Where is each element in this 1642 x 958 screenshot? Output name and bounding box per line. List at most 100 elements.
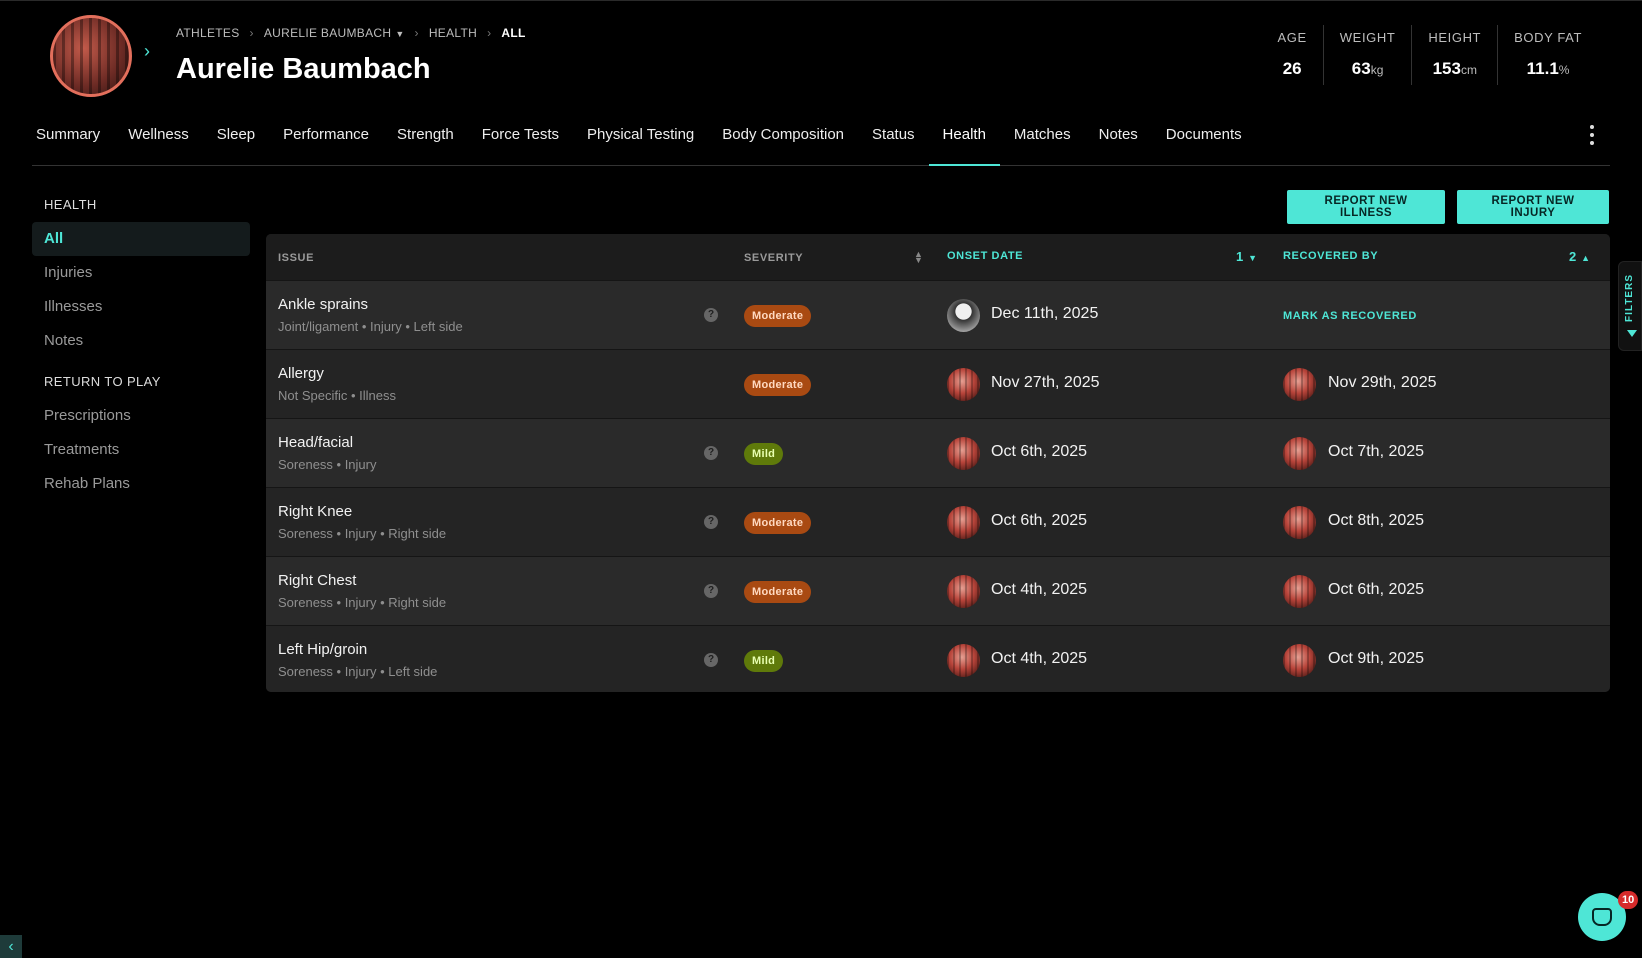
sidebar-item-illnesses[interactable]: Illnesses [32,290,250,324]
tab-summary[interactable]: Summary [32,109,114,166]
onset-date: Oct 6th, 2025 [991,512,1088,529]
onset-reporter-avatar [947,437,980,470]
table-row[interactable]: Left Hip/groin Soreness • Injury • Left s… [266,625,1610,692]
recovered-sort-indicator[interactable]: 2 ▲ [1569,249,1591,264]
breadcrumb-athletes[interactable]: ATHLETES [176,26,240,40]
severity-badge: Moderate [744,581,812,603]
mark-as-recovered-link[interactable]: MARK AS RECOVERED [1283,310,1417,322]
stat-number: 153 [1432,59,1461,78]
tab-sleep[interactable]: Sleep [203,109,269,166]
issue-title[interactable]: Right Knee [278,503,352,520]
tab-matches[interactable]: Matches [1000,109,1085,166]
help-icon[interactable]: ? [704,584,718,598]
issue-meta: Soreness • Injury [278,457,377,472]
chat-unread-badge: 10 [1618,891,1639,909]
tab-health[interactable]: Health [928,109,1000,166]
tab-body-composition[interactable]: Body Composition [708,109,858,166]
tab-physical-testing[interactable]: Physical Testing [573,109,708,166]
recovered-date: Nov 29th, 2025 [1328,374,1437,391]
onset-reporter-avatar [947,506,980,539]
stat-label: WEIGHT [1339,30,1396,45]
onset-reporter-avatar [947,575,980,608]
table-row[interactable]: Head/facial Soreness • Injury? Mild Oct 6th… [266,418,1610,487]
issue-title[interactable]: Head/facial [278,434,353,451]
issue-title[interactable]: Left Hip/groin [278,641,367,658]
report-new-injury-button[interactable]: REPORT NEW INJURY [1457,190,1609,224]
issue-meta: Not Specific • Illness [278,388,396,403]
sidebar-item-all[interactable]: All [32,222,250,256]
recovered-date: Oct 7th, 2025 [1328,443,1425,460]
severity-badge: Moderate [744,512,812,534]
onset-reporter-avatar [947,368,980,401]
sidebar-item-prescriptions[interactable]: Prescriptions [32,399,250,433]
stat-value: 11.1% [1514,59,1582,79]
more-options-icon[interactable] [1582,123,1602,147]
sidebar-item-rehab-plans[interactable]: Rehab Plans [32,467,250,501]
sidebar-item-notes[interactable]: Notes [32,324,250,358]
severity-badge: Moderate [744,305,812,327]
onset-reporter-avatar [947,644,980,677]
issue-meta: Soreness • Injury • Right side [278,595,447,610]
onset-date: Oct 6th, 2025 [991,443,1088,460]
tab-performance[interactable]: Performance [269,109,383,166]
tab-notes[interactable]: Notes [1085,109,1152,166]
table-row[interactable]: Allergy Not Specific • Illness Moderate Nov… [266,349,1610,418]
stat-unit: kg [1370,63,1384,77]
breadcrumb-separator-icon: › [249,26,254,40]
recovered-by-avatar [1283,437,1316,470]
stat-height: HEIGHT 153cm [1411,25,1497,85]
recovered-date: Oct 6th, 2025 [1328,581,1425,598]
table-row[interactable]: Right Knee Soreness • Injury • Right side… [266,487,1610,556]
table-row[interactable]: Right Chest Soreness • Injury • Right sid… [266,556,1610,625]
tab-wellness[interactable]: Wellness [114,109,203,166]
table-row[interactable]: Ankle sprains Joint/ligament • Injury • L… [266,280,1610,349]
issue-meta: Joint/ligament • Injury • Left side [278,319,463,334]
recovered-date: Oct 8th, 2025 [1328,512,1425,529]
stat-number: 63 [1351,59,1371,78]
stat-label: AGE [1277,30,1307,45]
report-new-illness-button[interactable]: REPORT NEW ILLNESS [1287,190,1445,224]
stat-unit: % [1558,63,1570,77]
help-icon[interactable]: ? [704,446,718,460]
recovered-by-avatar [1283,575,1316,608]
stat-value: 26 [1278,59,1307,79]
breadcrumb-athlete[interactable]: AURELIE BAUMBACH ▼ [264,26,405,40]
column-onset-date[interactable]: ONSET DATE [947,250,1023,262]
tab-status[interactable]: Status [858,109,929,166]
issue-title[interactable]: Right Chest [278,572,356,589]
sidebar-heading-return-to-play: RETURN TO PLAY [44,374,161,389]
app-root: › ATHLETES › AURELIE BAUMBACH ▼ › HEALTH … [0,0,1642,958]
filter-icon [1627,330,1637,337]
filters-tab[interactable]: FILTERS [1618,261,1642,351]
help-icon[interactable]: ? [704,515,718,529]
issue-title[interactable]: Allergy [278,365,324,382]
issue-title[interactable]: Ankle sprains [278,296,368,313]
help-icon[interactable]: ? [704,308,718,322]
recovered-date: Oct 9th, 2025 [1328,650,1425,667]
recovered-by-avatar [1283,506,1316,539]
breadcrumb-separator-icon: › [487,26,492,40]
onset-date: Dec 11th, 2025 [991,305,1099,322]
stat-body-fat: BODY FAT 11.1% [1497,25,1598,85]
collapse-sidebar-icon[interactable]: ‹ [0,935,22,958]
recovered-by-avatar [1283,644,1316,677]
tab-documents[interactable]: Documents [1152,109,1256,166]
sidebar-item-injuries[interactable]: Injuries [32,256,250,290]
column-severity[interactable]: SEVERITY [744,252,803,264]
tab-force-tests[interactable]: Force Tests [468,109,573,166]
tab-strength[interactable]: Strength [383,109,468,166]
stat-label: HEIGHT [1428,30,1482,45]
recovered-by-avatar [1283,368,1316,401]
stat-unit: cm [1460,63,1477,77]
athlete-avatar[interactable] [50,15,132,97]
sidebar-item-treatments[interactable]: Treatments [32,433,250,467]
help-icon[interactable]: ? [704,653,718,667]
column-recovered-by[interactable]: RECOVERED BY [1283,250,1378,262]
breadcrumb-health[interactable]: HEALTH [429,26,477,40]
sort-toggle-icon[interactable]: ▲ ▼ [914,250,924,265]
sort-desc-icon: ▼ [1248,253,1258,263]
onset-sort-indicator[interactable]: 1 ▼ [1236,249,1258,264]
column-issue[interactable]: ISSUE [278,252,314,264]
table-body: Ankle sprains Joint/ligament • Injury • L… [266,280,1610,692]
chevron-right-icon[interactable]: › [144,42,160,60]
